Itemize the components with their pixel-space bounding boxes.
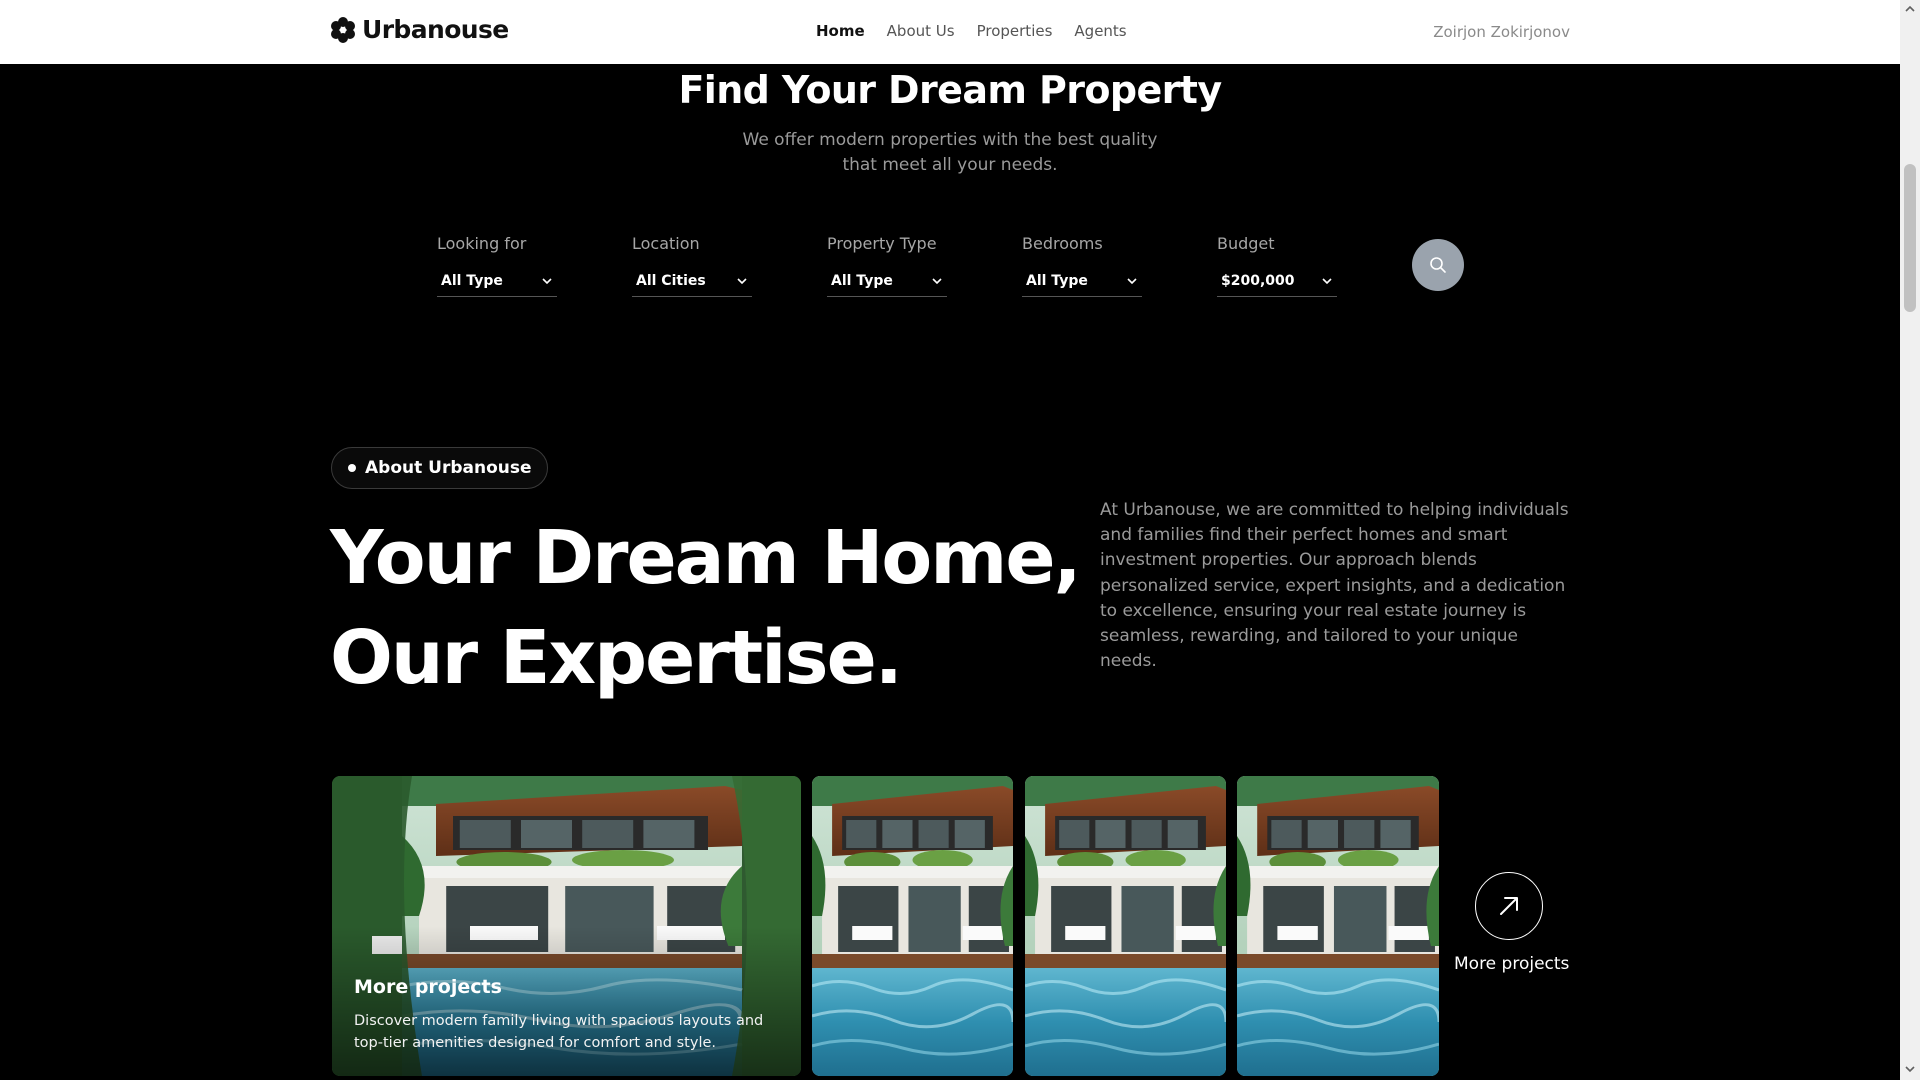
filter-label: Location — [632, 234, 700, 253]
hero-subtitle: We offer modern properties with the best… — [742, 130, 1158, 175]
filter-looking-for: Looking for All Type — [437, 234, 557, 297]
chevron-down-icon — [542, 277, 552, 284]
heading-line-2: Our Expertise. — [330, 615, 903, 701]
badge-label: About Urbanouse — [365, 458, 532, 478]
filter-label: Property Type — [827, 234, 937, 253]
scroll-up-arrow-icon[interactable] — [1904, 4, 1916, 14]
project-card[interactable] — [1237, 776, 1439, 1076]
heading-line-1: Your Dream Home, — [330, 515, 1082, 601]
top-navbar: Urbanouse Home About Us Properties Agent… — [0, 0, 1900, 64]
filter-value: All Type — [1026, 272, 1088, 289]
filter-bedrooms: Bedrooms All Type — [1022, 234, 1142, 297]
flower-logo-icon — [331, 16, 355, 43]
filter-value: All Type — [441, 272, 503, 289]
house-photo — [1025, 776, 1226, 1076]
user-name[interactable]: Zoirjon Zokirjonov — [1433, 23, 1570, 41]
card-description: Discover modern family living with spaci… — [354, 1013, 764, 1051]
scroll-down-arrow-icon[interactable] — [1904, 1064, 1916, 1074]
arrow-up-right-icon — [1500, 897, 1518, 915]
filter-value: All Cities — [636, 272, 706, 289]
scrollbar-thumb[interactable] — [1904, 164, 1916, 312]
brand-logo[interactable]: Urbanouse — [330, 15, 509, 44]
filter-property-type: Property Type All Type — [827, 234, 947, 297]
filter-location: Location All Cities — [632, 234, 752, 297]
bedrooms-select[interactable]: All Type — [1022, 265, 1142, 297]
filter-label: Looking for — [437, 234, 527, 253]
featured-project-card[interactable]: More projects Discover modern family liv… — [332, 776, 801, 1076]
more-projects-link[interactable]: More projects — [1454, 872, 1570, 974]
nav-about-us[interactable]: About Us — [887, 22, 955, 40]
property-type-select[interactable]: All Type — [827, 265, 947, 297]
search-icon — [1430, 257, 1446, 273]
filter-value: All Type — [831, 272, 893, 289]
chevron-down-icon — [737, 277, 747, 284]
about-description: At Urbanouse, we are committed to helpin… — [1100, 500, 1569, 672]
brand-name: Urbanouse — [362, 15, 509, 44]
hero-title: Find Your Dream Property — [678, 68, 1222, 112]
house-photo — [812, 776, 1013, 1076]
project-card[interactable] — [1025, 776, 1226, 1076]
budget-select[interactable]: $200,000 — [1217, 265, 1337, 297]
location-select[interactable]: All Cities — [632, 265, 752, 297]
about-heading: Your Dream Home, Our Expertise. — [330, 508, 1082, 708]
more-projects-label: More projects — [1454, 954, 1570, 974]
house-photo — [1237, 776, 1439, 1076]
chevron-down-icon — [1322, 277, 1332, 284]
chevron-down-icon — [1127, 277, 1137, 284]
looking-for-select[interactable]: All Type — [437, 265, 557, 297]
filter-label: Budget — [1217, 234, 1275, 253]
project-card[interactable] — [812, 776, 1013, 1076]
nav-properties[interactable]: Properties — [977, 22, 1053, 40]
main-nav: Home About Us Properties Agents — [816, 22, 1127, 40]
card-title: More projects — [354, 976, 502, 998]
filter-label: Bedrooms — [1022, 234, 1103, 253]
dot-icon — [348, 464, 356, 472]
chevron-down-icon — [932, 277, 942, 284]
filter-budget: Budget $200,000 — [1217, 234, 1337, 297]
about-badge: About Urbanouse — [331, 447, 548, 489]
nav-home[interactable]: Home — [816, 22, 865, 40]
search-button[interactable] — [1412, 239, 1464, 291]
filter-value: $200,000 — [1221, 272, 1295, 289]
nav-agents[interactable]: Agents — [1074, 22, 1126, 40]
more-projects-button[interactable] — [1475, 872, 1543, 940]
page-scrollbar[interactable] — [1900, 0, 1920, 1080]
